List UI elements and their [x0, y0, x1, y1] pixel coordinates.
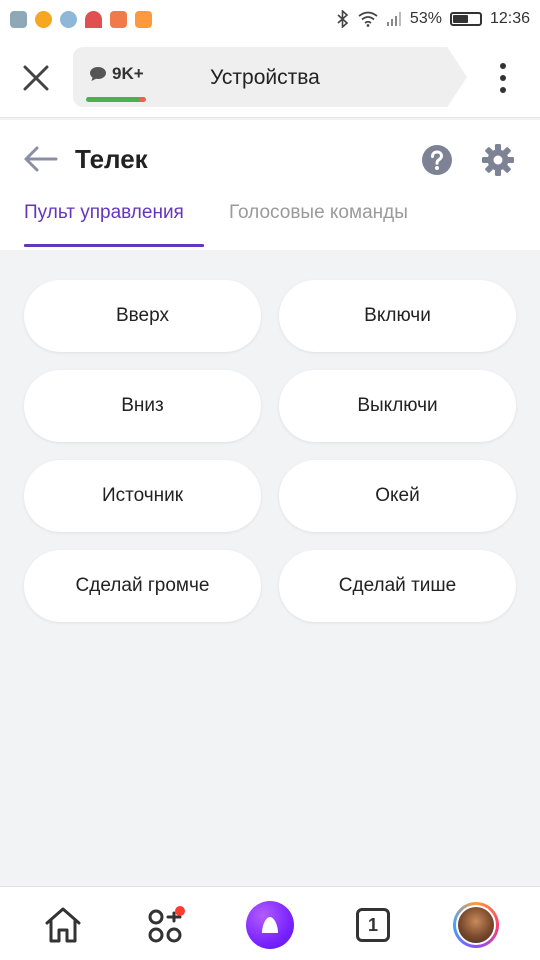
- help-button[interactable]: [421, 144, 453, 176]
- more-dots-icon: [500, 63, 506, 69]
- signal-icon: [386, 12, 401, 26]
- arrow-left-icon: [24, 146, 58, 172]
- remote-command-grid: Вверх Включи Вниз Выключи Источник Окей …: [24, 280, 516, 622]
- orange-app-icon: [135, 10, 152, 28]
- tab-title: Устройства: [210, 66, 320, 89]
- badge-count: 9K+: [112, 64, 144, 83]
- tab-voice-commands[interactable]: Голосовые команды: [229, 202, 408, 224]
- battery-icon: [449, 12, 482, 26]
- command-turn-off-button[interactable]: Выключи: [279, 370, 516, 442]
- nav-home-button[interactable]: [39, 901, 87, 949]
- telegram-icon: [60, 10, 77, 28]
- settings-button[interactable]: [481, 143, 515, 177]
- notification-dot: [175, 906, 185, 916]
- page-header: Телек Пульт управления Голосовые команды: [0, 120, 540, 250]
- services-grid-icon: [148, 906, 185, 943]
- notification-icons: [10, 10, 152, 28]
- comments-badge: 9K+: [89, 64, 144, 84]
- command-ok-button[interactable]: Окей: [279, 460, 516, 532]
- close-icon: [23, 65, 49, 91]
- command-turn-on-button[interactable]: Включи: [279, 280, 516, 352]
- command-up-button[interactable]: Вверх: [24, 280, 261, 352]
- page-title: Телек: [75, 144, 148, 174]
- tab-remote-control[interactable]: Пульт управления: [24, 202, 184, 224]
- bottom-navigation: 1: [0, 886, 540, 960]
- nav-tabs-button[interactable]: 1: [349, 901, 397, 949]
- clock: 12:36: [489, 10, 530, 27]
- avatar: [453, 902, 499, 948]
- rating-bar-positive: [86, 97, 146, 102]
- nav-profile-button[interactable]: [452, 901, 500, 949]
- wifi-icon: [358, 11, 378, 27]
- battery-percent: 53%: [409, 10, 442, 27]
- command-down-button[interactable]: Вниз: [24, 370, 261, 442]
- back-button[interactable]: [22, 144, 62, 174]
- app-top-bar: 9K+ Устройства: [0, 38, 540, 118]
- nav-services-button[interactable]: [142, 901, 190, 949]
- active-tab-indicator: [24, 244, 204, 247]
- umbrella-icon: [85, 10, 102, 28]
- current-tab-pill[interactable]: 9K+ Устройства: [73, 47, 467, 107]
- help-icon: [422, 145, 452, 175]
- status-bar: 53% 12:36: [0, 0, 540, 38]
- nav-alice-button[interactable]: [246, 901, 294, 949]
- gear-icon: [482, 144, 514, 176]
- alice-icon: [246, 901, 294, 949]
- tabs-count-icon: 1: [356, 908, 390, 942]
- chat-bubble-icon: [90, 67, 106, 81]
- home-icon: [45, 907, 81, 943]
- bluetooth-icon: [337, 10, 349, 28]
- b-app-icon: [10, 10, 27, 28]
- command-source-button[interactable]: Источник: [24, 460, 261, 532]
- mail-icon: [110, 10, 127, 28]
- command-volume-up-button[interactable]: Сделай громче: [24, 550, 261, 622]
- close-button[interactable]: [18, 60, 54, 96]
- battery-level: [452, 15, 468, 23]
- command-volume-down-button[interactable]: Сделай тише: [279, 550, 516, 622]
- weibo-icon: [35, 10, 52, 28]
- more-menu-button[interactable]: [488, 60, 518, 96]
- rating-bar-negative: [139, 97, 145, 102]
